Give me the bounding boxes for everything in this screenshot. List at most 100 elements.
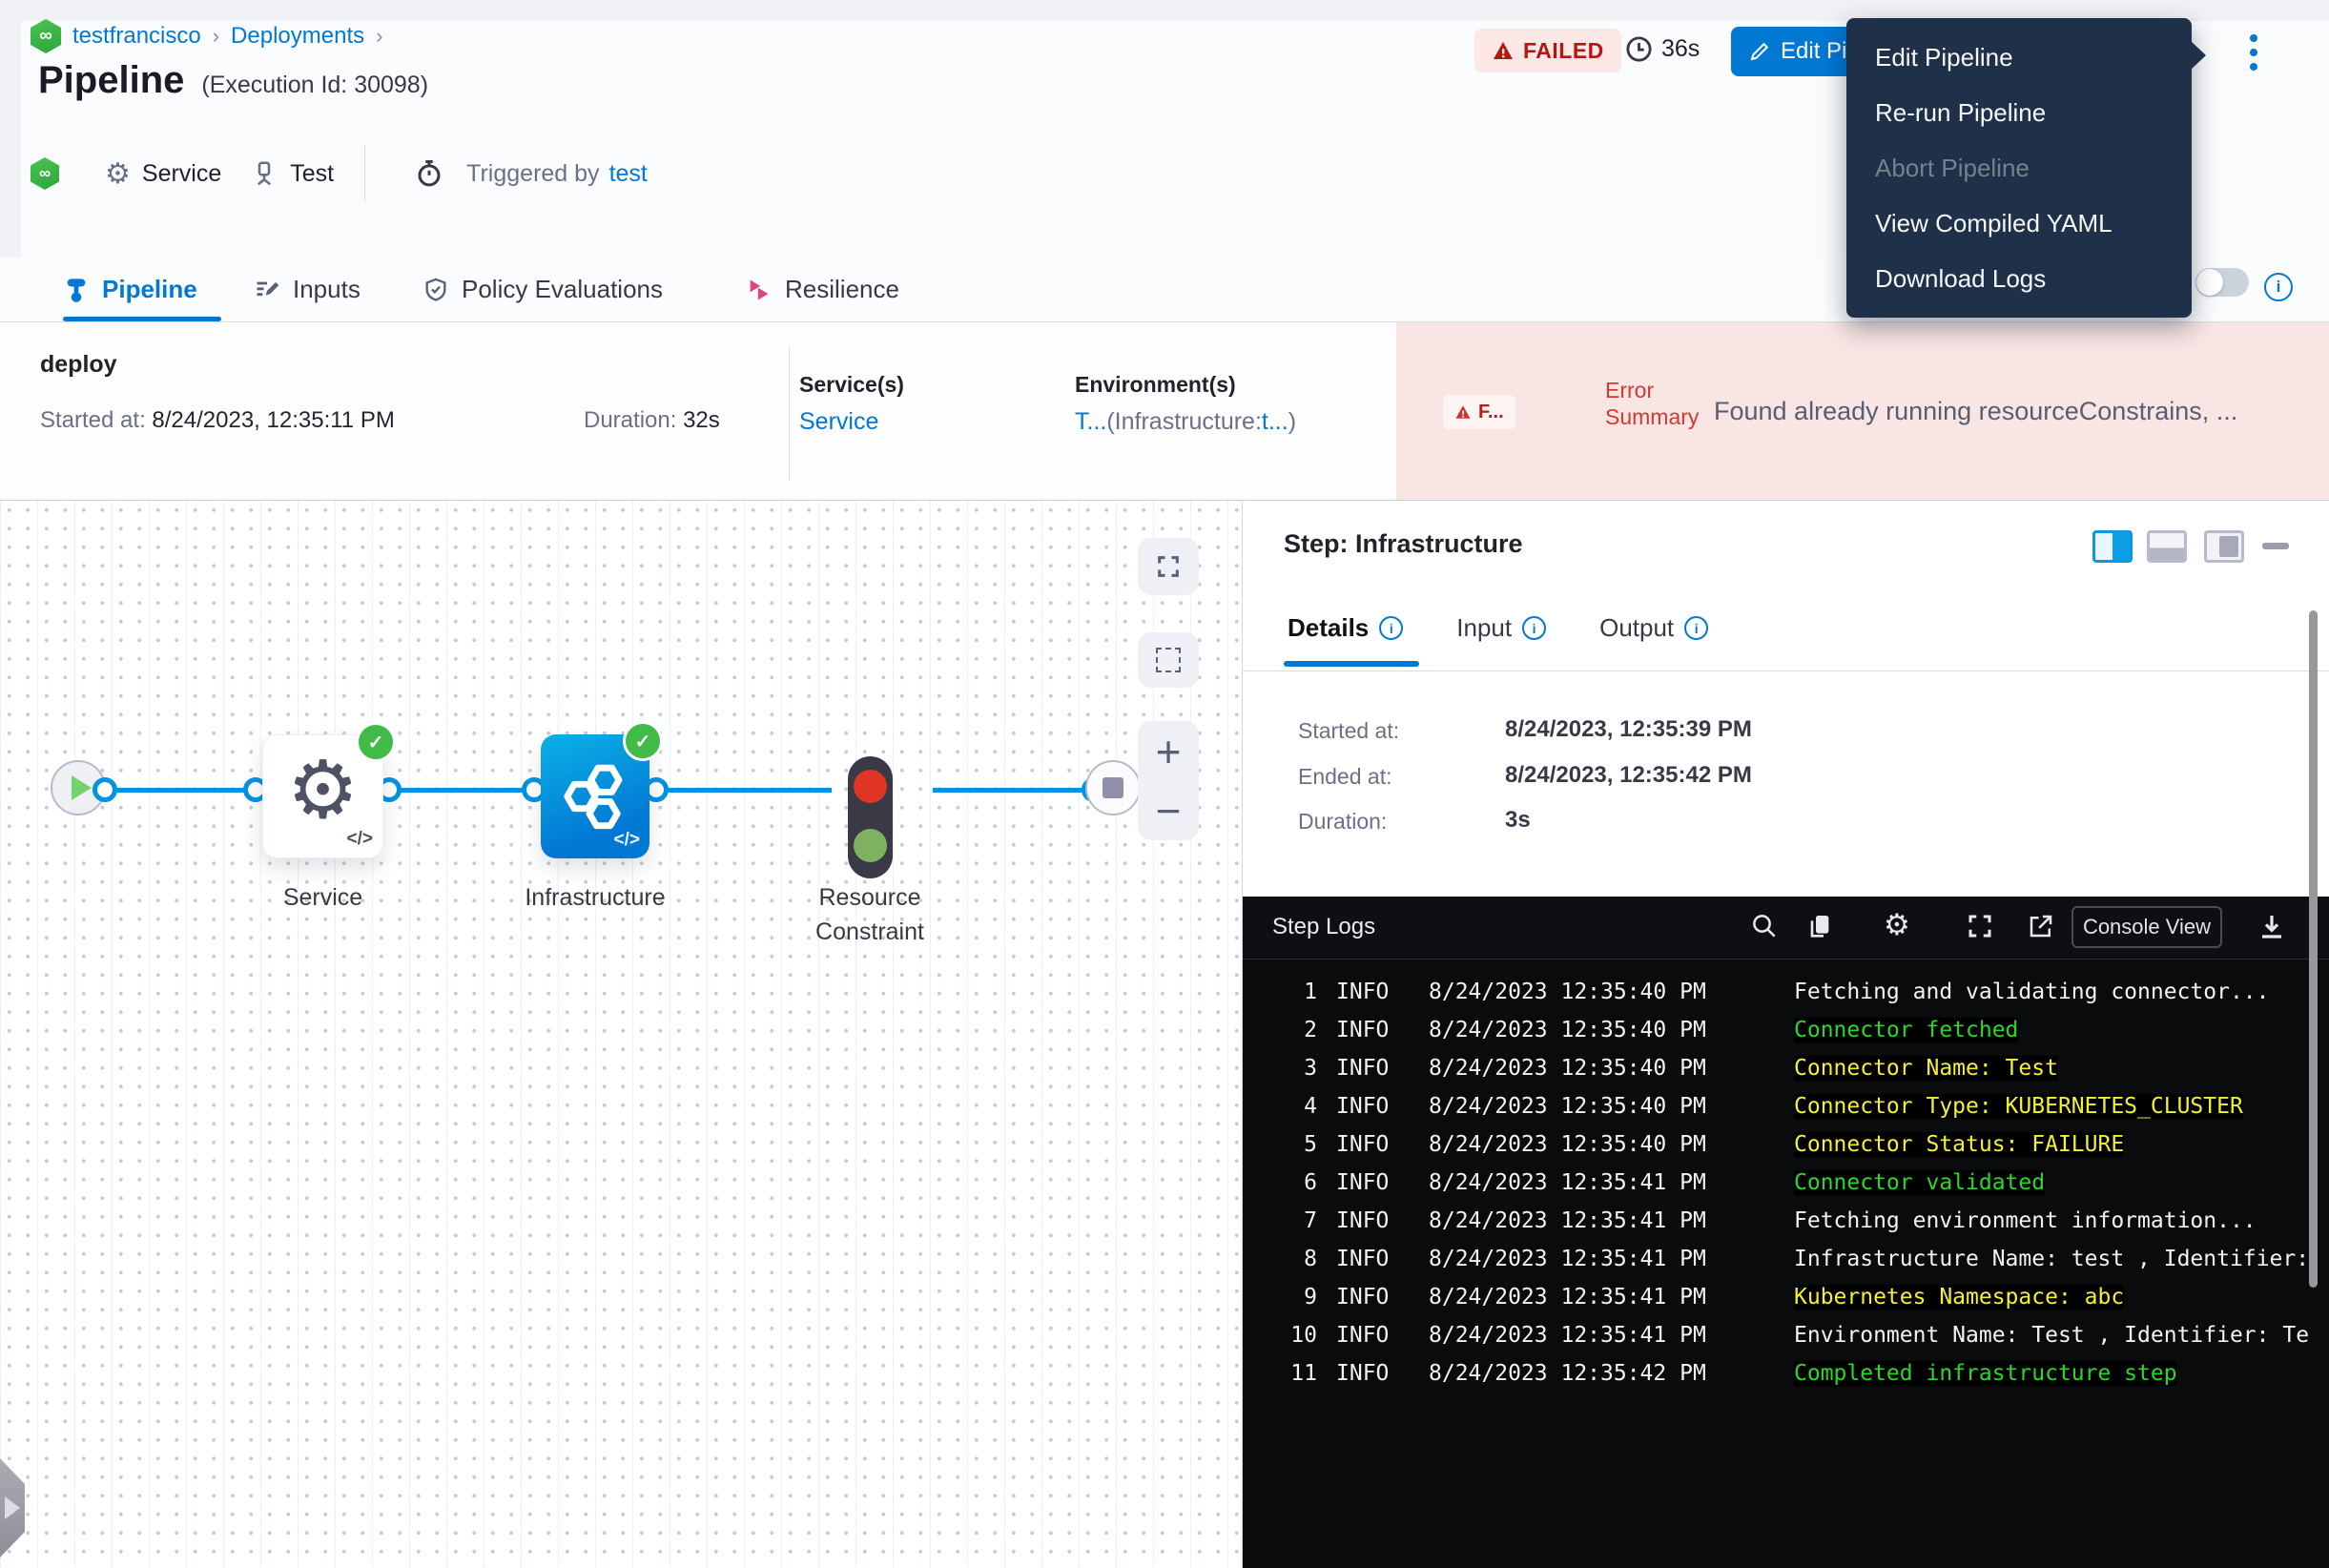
pipeline-graph-canvas[interactable]: ⚙ ✓ </> ✓ </> Service Infrastructure Res…	[0, 500, 1242, 1568]
connector-line	[389, 788, 534, 793]
breadcrumb-separator: ›	[376, 24, 382, 49]
tab-details-label: Details	[1288, 613, 1369, 643]
breadcrumb-deployments-link[interactable]: Deployments	[231, 23, 364, 50]
fullscreen-icon[interactable]	[1966, 912, 1994, 940]
hexagons-icon	[554, 753, 636, 839]
step-logs-title: Step Logs	[1272, 914, 1375, 940]
info-icon[interactable]: i	[1379, 616, 1403, 640]
stage-started-at: Started at: 8/24/2023, 12:35:11 PM	[40, 407, 395, 434]
step-panel-tabs: Details i Input i Output i	[1288, 613, 1708, 643]
service-gear-icon: ⚙	[105, 157, 131, 191]
shield-check-icon	[423, 277, 449, 303]
search-icon[interactable]	[1750, 912, 1779, 940]
code-glyph: </>	[614, 830, 640, 851]
resource-constraint-node[interactable]	[848, 756, 893, 878]
view-toggle[interactable]	[2195, 268, 2249, 297]
layout-bottom-view-button[interactable]	[2147, 530, 2187, 563]
breadcrumb-org-link[interactable]: testfrancisco	[72, 23, 201, 50]
zoom-out-button[interactable]: −	[1138, 783, 1199, 838]
tab-pipeline[interactable]: Pipeline	[63, 258, 197, 321]
vertical-scrollbar[interactable]	[2309, 610, 2318, 1288]
connector-line	[933, 788, 1094, 793]
service-step-node[interactable]: ⚙ ✓ </>	[262, 734, 383, 858]
end-node[interactable]	[1085, 760, 1141, 815]
status-badge: FAILED	[1474, 29, 1621, 72]
info-icon[interactable]: i	[1522, 616, 1546, 640]
fit-to-screen-button[interactable]	[1138, 538, 1199, 595]
error-summary-message[interactable]: Found already running resourceConstrains…	[1714, 397, 2324, 426]
stop-square-icon	[1103, 777, 1123, 798]
cd-module-icon: ∞	[31, 157, 59, 190]
expand-icon	[1155, 553, 1182, 580]
red-light-icon	[854, 770, 887, 803]
tab-details[interactable]: Details i	[1288, 613, 1403, 643]
menu-item[interactable]: Edit Pipeline	[1846, 30, 2192, 85]
info-icon[interactable]: i	[1684, 616, 1708, 640]
detail-duration-value: 3s	[1505, 807, 1531, 834]
log-line: 8 INFO 8/24/2023 12:35:41 PM Infrastruct…	[1243, 1240, 2329, 1278]
minimize-panel-button[interactable]	[2262, 543, 2289, 549]
green-light-icon	[854, 829, 887, 862]
code-glyph: </>	[347, 829, 373, 850]
meta-service-label[interactable]: Service	[142, 160, 221, 188]
detail-duration-label: Duration:	[1298, 809, 1387, 835]
expand-nav-tab[interactable]	[0, 1458, 25, 1558]
pipeline-execution-page: ∞ testfrancisco › Deployments › Pipeline…	[0, 0, 2329, 1568]
more-options-kebab-button[interactable]	[2239, 34, 2268, 71]
triggered-by-user-link[interactable]: test	[609, 160, 648, 188]
environments-heading: Environment(s)	[1075, 372, 1236, 398]
log-settings-gear-icon[interactable]: ⚙	[1884, 908, 1910, 942]
copy-icon[interactable]	[1804, 912, 1835, 942]
error-summary-region: F... ErrorSummary Found already running …	[1396, 322, 2329, 500]
error-badge-label: F...	[1478, 402, 1504, 423]
meta-divider	[364, 146, 365, 201]
log-line: 2 INFO 8/24/2023 12:35:40 PM Connector f…	[1243, 1011, 2329, 1049]
menu-item[interactable]: Re-run Pipeline	[1846, 85, 2192, 140]
log-line: 3 INFO 8/24/2023 12:35:40 PM Connector N…	[1243, 1049, 2329, 1087]
tab-resilience[interactable]: Resilience	[746, 258, 899, 321]
success-check-badge: ✓	[356, 722, 396, 762]
environment-value[interactable]: T...(Infrastructure:t...)	[1075, 408, 1296, 436]
pipeline-meta-row: ∞ ⚙ Service Test Triggered by test	[31, 151, 648, 196]
tab-output-label: Output	[1599, 613, 1674, 643]
connector-line	[105, 788, 256, 793]
tab-inputs[interactable]: Inputs	[254, 258, 361, 321]
services-heading: Service(s)	[799, 372, 904, 398]
success-check-badge: ✓	[623, 721, 663, 761]
layout-right-view-button[interactable]	[2092, 530, 2133, 563]
infrastructure-step-node[interactable]: ✓ </>	[541, 734, 649, 858]
log-line: 9 INFO 8/24/2023 12:35:41 PM Kubernetes …	[1243, 1278, 2329, 1316]
tab-resilience-label: Resilience	[785, 275, 899, 304]
zoom-in-button[interactable]: +	[1138, 723, 1199, 780]
meta-environment-label[interactable]: Test	[290, 160, 334, 188]
tab-policy-evaluations[interactable]: Policy Evaluations	[423, 258, 663, 321]
status-badge-label: FAILED	[1523, 38, 1604, 64]
menu-item[interactable]: Abort Pipeline	[1846, 140, 2192, 196]
open-external-icon[interactable]	[2027, 912, 2055, 940]
error-failed-badge: F...	[1443, 395, 1515, 429]
detail-started-label: Started at:	[1298, 718, 1399, 744]
menu-item[interactable]: View Compiled YAML	[1846, 196, 2192, 251]
connector-line	[656, 788, 832, 793]
service-link[interactable]: Service	[799, 408, 878, 436]
stage-name[interactable]: deploy	[40, 351, 117, 379]
step-logs-console: Step Logs ⚙ Console View	[1243, 897, 2329, 1568]
layout-floating-view-button[interactable]	[2204, 530, 2244, 563]
tab-input[interactable]: Input i	[1456, 613, 1546, 643]
detail-ended-value: 8/24/2023, 12:35:42 PM	[1505, 762, 1752, 789]
console-view-button[interactable]: Console View	[2071, 906, 2222, 948]
info-icon[interactable]: i	[2264, 273, 2293, 301]
clock-icon	[1624, 34, 1654, 64]
menu-item[interactable]: Download Logs	[1846, 251, 2192, 306]
tab-output[interactable]: Output i	[1599, 613, 1708, 643]
page-title: Pipeline	[38, 59, 184, 102]
log-lines[interactable]: 1 INFO 8/24/2023 12:35:40 PM Fetching an…	[1243, 959, 2329, 1568]
stage-summary-bar: deploy Started at: 8/24/2023, 12:35:11 P…	[0, 322, 2329, 500]
pipeline-icon	[63, 277, 90, 303]
log-line: 1 INFO 8/24/2023 12:35:40 PM Fetching an…	[1243, 973, 2329, 1011]
marquee-select-button[interactable]	[1138, 632, 1199, 688]
download-logs-icon[interactable]	[2257, 912, 2287, 942]
detail-started-value: 8/24/2023, 12:35:39 PM	[1505, 716, 1752, 743]
step-logs-header: Step Logs ⚙ Console View	[1243, 897, 2329, 959]
execution-duration: 36s	[1624, 34, 1700, 64]
